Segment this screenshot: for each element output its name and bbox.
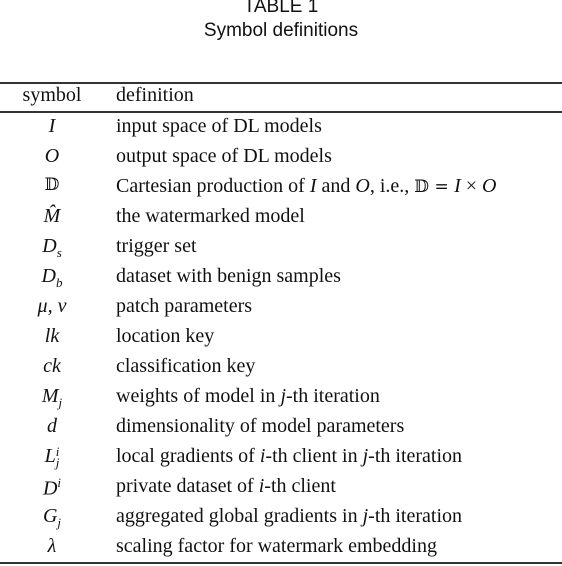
- table-row: d dimensionality of model parameters: [0, 415, 562, 445]
- table-row: Db dataset with benign samples: [0, 265, 562, 295]
- definition-cell: output space of DL models: [116, 145, 332, 167]
- symbol-cell: Gj: [42, 505, 62, 530]
- table-row: Ds trigger set: [0, 235, 562, 265]
- symbol-cell: μ, ν: [37, 295, 67, 317]
- symbol-cell: λ: [47, 535, 57, 557]
- table-row: ck classification key: [0, 355, 562, 385]
- table-title: Symbol definitions: [203, 20, 359, 41]
- definition-cell: dataset with benign samples: [116, 265, 341, 287]
- table-row: Mj weights of model in j-th iteration: [0, 385, 562, 415]
- bottom-rule: [0, 562, 562, 564]
- table-row: Di private dataset of i-th client: [0, 475, 562, 505]
- definition-cell: Cartesian production of I and O, i.e., 𝔻…: [116, 175, 497, 197]
- table-label: TABLE 1: [243, 0, 319, 17]
- symbol-cell: 𝔻: [44, 175, 60, 195]
- symbol-cell: lk: [44, 325, 60, 347]
- definition-cell: local gradients of i-th client in j-th i…: [116, 445, 463, 467]
- table-row: λ scaling factor for watermark embedding: [0, 535, 562, 565]
- symbol-cell: O: [44, 145, 60, 167]
- symbol-cell: Mj: [41, 385, 63, 410]
- definition-cell: trigger set: [116, 235, 197, 257]
- header-row: symbol definition: [0, 84, 562, 114]
- definition-cell: private dataset of i-th client: [116, 475, 336, 497]
- table-row: O output space of DL models: [0, 145, 562, 175]
- symbol-cell: ck: [43, 355, 61, 377]
- symbol-cell: M̂: [43, 205, 61, 227]
- definition-cell: patch parameters: [116, 295, 253, 317]
- table-row: Gj aggregated global gradients in j-th i…: [0, 505, 562, 535]
- table-row: I input space of DL models: [0, 115, 562, 145]
- header-rule: [0, 111, 562, 113]
- symbol-cell: Di: [42, 475, 62, 500]
- header-definition: definition: [116, 84, 194, 106]
- header-symbol: symbol: [22, 84, 82, 106]
- symbol-cell: I: [48, 115, 56, 137]
- symbol-cell: d: [47, 415, 57, 437]
- table-row: M̂ the watermarked model: [0, 205, 562, 235]
- table-row: 𝔻 Cartesian production of I and O, i.e.,…: [0, 175, 562, 205]
- definition-cell: input space of DL models: [116, 115, 322, 137]
- definition-cell: the watermarked model: [116, 205, 305, 227]
- table-row: lk location key: [0, 325, 562, 355]
- definition-cell: scaling factor for watermark embedding: [116, 535, 437, 557]
- table-row: μ, ν patch parameters: [0, 295, 562, 325]
- definition-cell: aggregated global gradients in j-th iter…: [116, 505, 463, 527]
- table-row: Li j local gradients of i-th client in j-…: [0, 445, 562, 475]
- symbol-cell: Db: [41, 265, 63, 290]
- symbol-cell: Li j: [44, 444, 60, 471]
- definition-cell: location key: [116, 325, 215, 347]
- definition-cell: dimensionality of model parameters: [116, 415, 405, 437]
- definition-cell: weights of model in j-th iteration: [116, 385, 380, 407]
- symbol-cell: Ds: [42, 235, 62, 260]
- definition-cell: classification key: [116, 355, 256, 377]
